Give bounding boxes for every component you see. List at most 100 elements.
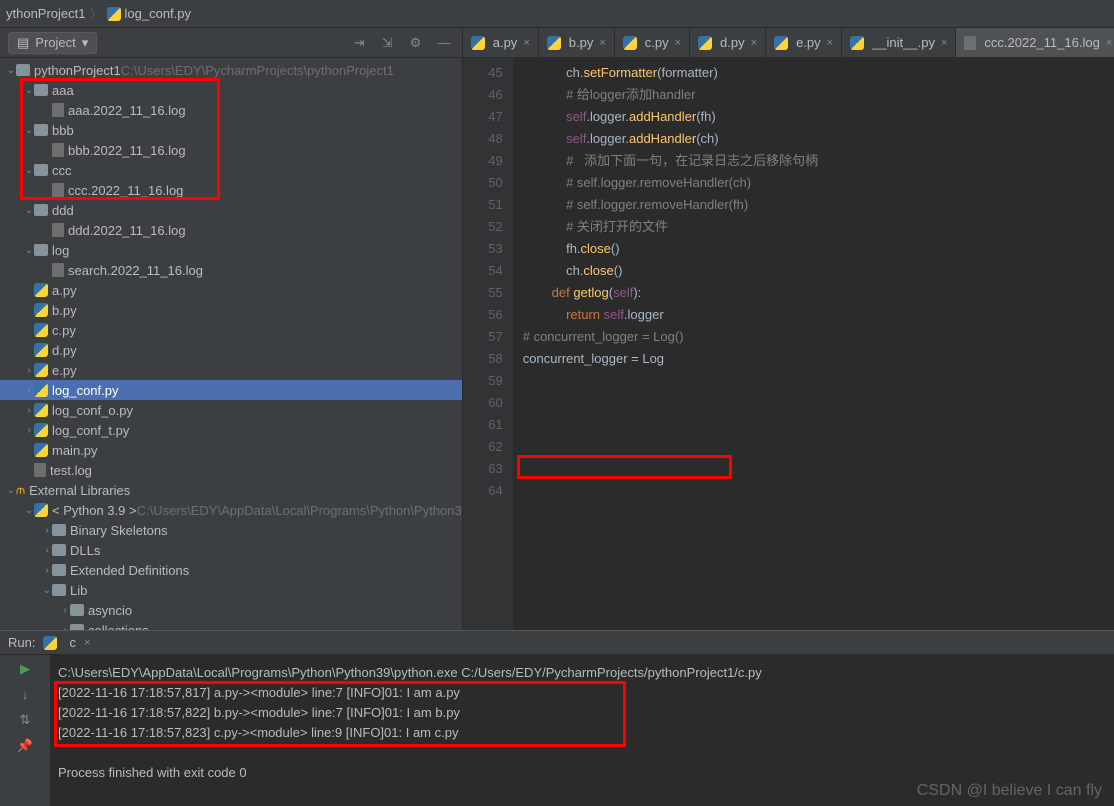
pin-button[interactable]: 📌 — [17, 738, 33, 754]
expand-icon[interactable]: ⇲ — [382, 35, 398, 51]
close-icon[interactable]: × — [751, 37, 757, 49]
project-tree[interactable]: ⌄pythonProject1 C:\Users\EDY\PycharmProj… — [0, 58, 462, 630]
tree-item-label: log_conf_o.py — [52, 403, 133, 418]
file-icon — [52, 103, 64, 117]
tree-item-label: search.2022_11_16.log — [68, 263, 203, 278]
editor-tab[interactable]: __init__.py× — [842, 28, 956, 57]
python-icon — [34, 323, 48, 337]
folder-icon — [34, 244, 48, 256]
folder-icon — [52, 544, 66, 556]
tree-item[interactable]: ⌄bbb — [0, 120, 462, 140]
run-button[interactable]: ▶ — [20, 661, 30, 677]
python-icon — [774, 36, 788, 50]
close-icon[interactable]: × — [941, 37, 947, 49]
tree-item[interactable]: ⌄ddd — [0, 200, 462, 220]
python-icon — [698, 36, 712, 50]
tree-item[interactable]: ⌄pythonProject1 C:\Users\EDY\PycharmProj… — [0, 60, 462, 80]
python-icon — [107, 7, 121, 21]
tree-item[interactable]: ddd.2022_11_16.log — [0, 220, 462, 240]
tree-item[interactable]: ›log_conf.py — [0, 380, 462, 400]
close-icon[interactable]: × — [599, 37, 605, 49]
code-area[interactable]: ch.setFormatter(formatter) # 给logger添加ha… — [513, 58, 1114, 630]
tree-item-label: < Python 3.9 > — [52, 503, 137, 518]
tree-item-label: Lib — [70, 583, 87, 598]
editor-tab[interactable]: b.py× — [539, 28, 615, 57]
tree-item-label: test.log — [50, 463, 92, 478]
tree-item[interactable]: ⌄Lib — [0, 580, 462, 600]
tree-item[interactable]: ›log_conf_o.py — [0, 400, 462, 420]
tree-item-label: External Libraries — [29, 483, 130, 498]
close-icon[interactable]: × — [675, 37, 681, 49]
close-icon[interactable]: × — [1106, 37, 1112, 49]
tree-item[interactable]: ⌄ccc — [0, 160, 462, 180]
hide-icon[interactable]: — — [438, 35, 454, 51]
breadcrumb-file[interactable]: log_conf.py — [125, 6, 192, 21]
tree-item-label: e.py — [52, 363, 77, 378]
collapse-all-icon[interactable]: ⇥ — [354, 35, 370, 51]
tree-item[interactable]: ⌄⫙External Libraries — [0, 480, 462, 500]
tree-item-label: c.py — [52, 323, 76, 338]
tree-item-label: d.py — [52, 343, 77, 358]
run-config[interactable]: c — [69, 635, 76, 650]
project-dropdown[interactable]: ▤ Project ▾ — [8, 32, 97, 54]
file-icon — [52, 223, 64, 237]
python-icon — [623, 36, 637, 50]
file-icon — [52, 263, 64, 277]
folder-icon — [70, 624, 84, 630]
tree-item-label: ddd.2022_11_16.log — [68, 223, 186, 238]
tree-item-label: asyncio — [88, 603, 132, 618]
close-icon[interactable]: × — [84, 637, 90, 649]
editor-tab[interactable]: e.py× — [766, 28, 842, 57]
tree-item[interactable]: ccc.2022_11_16.log — [0, 180, 462, 200]
file-icon — [34, 463, 46, 477]
tree-item[interactable]: main.py — [0, 440, 462, 460]
editor-tab[interactable]: c.py× — [615, 28, 690, 57]
python-icon — [34, 383, 48, 397]
tree-item[interactable]: search.2022_11_16.log — [0, 260, 462, 280]
python-icon — [34, 443, 48, 457]
layout-button[interactable]: ⇅ — [20, 712, 31, 728]
python-icon — [34, 423, 48, 437]
tree-item[interactable]: ›asyncio — [0, 600, 462, 620]
python-icon — [471, 36, 485, 50]
tree-item[interactable]: b.py — [0, 300, 462, 320]
tree-item-label: DLLs — [70, 543, 100, 558]
editor-tab[interactable]: d.py× — [690, 28, 766, 57]
editor-tab[interactable]: ccc.2022_11_16.log× — [956, 28, 1114, 57]
folder-icon — [52, 564, 66, 576]
tree-item[interactable]: aaa.2022_11_16.log — [0, 100, 462, 120]
tree-item[interactable]: ›Binary Skeletons — [0, 520, 462, 540]
editor-tabs[interactable]: a.py×b.py×c.py×d.py×e.py×__init__.py×ccc… — [463, 28, 1114, 58]
tree-item[interactable]: ›Extended Definitions — [0, 560, 462, 580]
gear-icon[interactable]: ⚙ — [410, 35, 426, 51]
stop-button[interactable]: ↓ — [22, 687, 29, 702]
tree-item-label: a.py — [52, 283, 77, 298]
tree-item[interactable]: ›collections — [0, 620, 462, 630]
close-icon[interactable]: × — [523, 37, 529, 49]
tree-item[interactable]: ⌄aaa — [0, 80, 462, 100]
tree-item[interactable]: c.py — [0, 320, 462, 340]
tree-item[interactable]: ›e.py — [0, 360, 462, 380]
tree-item[interactable]: ›DLLs — [0, 540, 462, 560]
tree-item[interactable]: ›log_conf_t.py — [0, 420, 462, 440]
close-icon[interactable]: × — [827, 37, 833, 49]
editor-tab[interactable]: a.py× — [463, 28, 539, 57]
tree-item-label: bbb.2022_11_16.log — [68, 143, 186, 158]
run-panel: Run: c × ▶ ↓ ⇅ 📌 C:\Users\EDY\AppData\Lo… — [0, 630, 1114, 806]
editor-area: a.py×b.py×c.py×d.py×e.py×__init__.py×ccc… — [463, 28, 1114, 630]
tree-item[interactable]: bbb.2022_11_16.log — [0, 140, 462, 160]
breadcrumb-project[interactable]: ythonProject1 — [6, 6, 86, 21]
tree-item[interactable]: ⌄< Python 3.9 > C:\Users\EDY\AppData\Loc… — [0, 500, 462, 520]
python-icon — [34, 303, 48, 317]
run-toolbar: ▶ ↓ ⇅ 📌 — [0, 655, 50, 806]
tree-item[interactable]: a.py — [0, 280, 462, 300]
console-output[interactable]: C:\Users\EDY\AppData\Local\Programs\Pyth… — [50, 655, 1114, 806]
tree-item-label: log_conf_t.py — [52, 423, 129, 438]
breadcrumb: ythonProject1 〉 log_conf.py — [0, 0, 1114, 28]
tree-item-label: aaa.2022_11_16.log — [68, 103, 186, 118]
tree-item[interactable]: d.py — [0, 340, 462, 360]
tree-item[interactable]: ⌄log — [0, 240, 462, 260]
file-icon — [52, 183, 64, 197]
tree-item-label: log_conf.py — [52, 383, 119, 398]
tree-item[interactable]: test.log — [0, 460, 462, 480]
